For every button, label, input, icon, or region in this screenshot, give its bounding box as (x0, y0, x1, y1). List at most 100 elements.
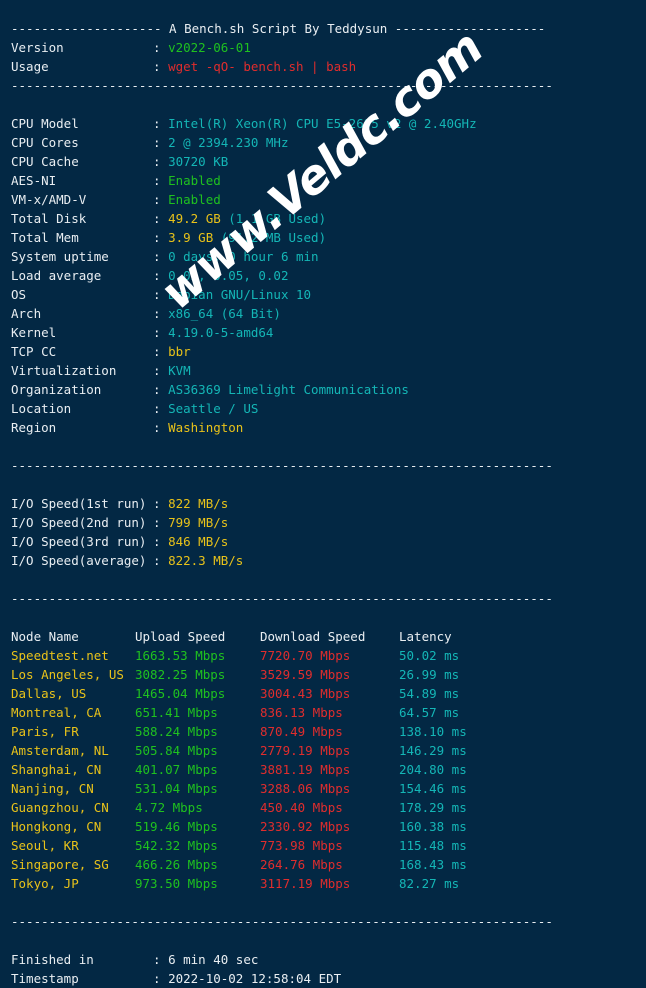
sysinfo-row: VM-x/AMD-V: Enabled (0, 190, 646, 209)
system-info-section: CPU Model: Intel(R) Xeon(R) CPU E5-2695 … (0, 114, 646, 437)
cell-latency: 115.48 ms (399, 838, 467, 853)
gap-3 (0, 475, 646, 494)
speedtest-row: Tokyo, JP 973.50 Mbps 3117.19 Mbps 82.27 ms (0, 874, 646, 893)
io-speed-label: I/O Speed(average) (11, 553, 147, 568)
intro-value: v2022-06-01 (168, 40, 251, 55)
cell-node-name: Montreal, CA (11, 705, 102, 720)
speedtest-row: Paris, FR 588.24 Mbps 870.49 Mbps 138.10 ms (0, 722, 646, 741)
intro-label: Version (11, 40, 64, 55)
sysinfo-label: Total Mem (11, 230, 79, 245)
sysinfo-value: AS36369 Limelight Communications (168, 382, 409, 397)
sysinfo-row: AES-NI: Enabled (0, 171, 646, 190)
sysinfo-value: 4.19.0-5-amd64 (168, 325, 274, 340)
sysinfo-row: Arch: x86_64 (64 Bit) (0, 304, 646, 323)
io-speed-label: I/O Speed(2nd run) (11, 515, 147, 530)
sysinfo-row: System uptime: 0 days, 0 hour 6 min (0, 247, 646, 266)
sysinfo-row: Kernel: 4.19.0-5-amd64 (0, 323, 646, 342)
colon-separator: : (153, 344, 169, 359)
sysinfo-value: 30720 KB (168, 154, 229, 169)
sysinfo-value: 0 days, 0 hour 6 min (168, 249, 319, 264)
cell-download-speed: 3288.06 Mbps (260, 781, 351, 796)
cell-latency: 54.89 ms (399, 686, 460, 701)
cell-latency: 154.46 ms (399, 781, 467, 796)
cell-latency: 146.29 ms (399, 743, 467, 758)
io-speed-section: I/O Speed(1st run): 822 MB/s I/O Speed(2n… (0, 494, 646, 570)
sysinfo-row: CPU Cache: 30720 KB (0, 152, 646, 171)
cell-download-speed: 450.40 Mbps (260, 800, 343, 815)
sysinfo-row: CPU Model: Intel(R) Xeon(R) CPU E5-2695 … (0, 114, 646, 133)
cell-latency: 160.38 ms (399, 819, 467, 834)
cell-download-speed: 3529.59 Mbps (260, 667, 351, 682)
sysinfo-value: Intel(R) Xeon(R) CPU E5-2695 v2 @ 2.40GH… (168, 116, 477, 131)
cell-upload-speed: 401.07 Mbps (135, 762, 218, 777)
sysinfo-label: Organization (11, 382, 102, 397)
io-speed-label: I/O Speed(1st run) (11, 496, 147, 511)
gap-5 (0, 608, 646, 627)
script-title-banner: -------------------- A Bench.sh Script B… (11, 21, 546, 36)
intro-label: Usage (11, 59, 49, 74)
gap-4 (0, 570, 646, 589)
cell-upload-speed: 4.72 Mbps (135, 800, 203, 815)
colon-separator: : (153, 401, 169, 416)
colon-separator: : (153, 173, 169, 188)
sysinfo-row: Virtualization: KVM (0, 361, 646, 380)
colon-separator: : (153, 192, 169, 207)
column-header-download-speed: Download Speed (260, 629, 366, 644)
gap-1 (0, 95, 646, 114)
intro-row: Usage: wget -qO- bench.sh | bash (0, 57, 646, 76)
colon-separator: : (153, 496, 169, 511)
speedtest-row: Dallas, US 1465.04 Mbps 3004.43 Mbps 54.89 … (0, 684, 646, 703)
colon-separator: : (153, 59, 169, 74)
cell-download-speed: 3881.19 Mbps (260, 762, 351, 777)
colon-separator: : (153, 952, 169, 967)
speedtest-row: Montreal, CA 651.41 Mbps 836.13 Mbps 64.57 … (0, 703, 646, 722)
speedtest-row: Shanghai, CN 401.07 Mbps 3881.19 Mbps 204.8… (0, 760, 646, 779)
speedtest-row: Singapore, SG 466.26 Mbps 264.76 Mbps 168.4… (0, 855, 646, 874)
cell-download-speed: 2330.92 Mbps (260, 819, 351, 834)
cell-latency: 26.99 ms (399, 667, 460, 682)
colon-separator: : (153, 971, 169, 986)
io-speed-label: I/O Speed(3rd run) (11, 534, 147, 549)
column-header-latency: Latency (399, 629, 452, 644)
sysinfo-label: CPU Cache (11, 154, 79, 169)
cell-node-name: Paris, FR (11, 724, 79, 739)
cell-node-name: Tokyo, JP (11, 876, 79, 891)
cell-node-name: Shanghai, CN (11, 762, 102, 777)
colon-separator: : (153, 382, 169, 397)
sysinfo-value-suffix: (1.1 GB Used) (220, 211, 327, 226)
colon-separator: : (153, 268, 169, 283)
sysinfo-value: 0.02, 0.05, 0.02 (168, 268, 289, 283)
sysinfo-value: KVM (168, 363, 191, 378)
io-speed-value: 846 MB/s (168, 534, 229, 549)
sysinfo-label: Load average (11, 268, 102, 283)
footer-label: Timestamp (11, 971, 79, 986)
separator-2: ----------------------------------------… (11, 458, 553, 473)
cell-latency: 64.57 ms (399, 705, 460, 720)
cell-upload-speed: 542.32 Mbps (135, 838, 218, 853)
cell-latency: 168.43 ms (399, 857, 467, 872)
cell-latency: 204.80 ms (399, 762, 467, 777)
colon-separator: : (153, 534, 169, 549)
top-padding (0, 0, 646, 19)
cell-latency: 138.10 ms (399, 724, 467, 739)
sysinfo-value: Debian GNU/Linux 10 (168, 287, 312, 302)
cell-upload-speed: 1663.53 Mbps (135, 648, 226, 663)
separator-4: ----------------------------------------… (11, 914, 553, 929)
sysinfo-label: OS (11, 287, 27, 302)
colon-separator: : (153, 249, 169, 264)
cell-download-speed: 773.98 Mbps (260, 838, 343, 853)
speedtest-row: Los Angeles, US 3082.25 Mbps 3529.59 Mbps 2… (0, 665, 646, 684)
sysinfo-label: Location (11, 401, 72, 416)
cell-node-name: Nanjing, CN (11, 781, 94, 796)
sysinfo-label: TCP CC (11, 344, 57, 359)
colon-separator: : (153, 211, 169, 226)
cell-latency: 50.02 ms (399, 648, 460, 663)
cell-node-name: Dallas, US (11, 686, 87, 701)
footer-value: 2022-10-02 12:58:04 EDT (168, 971, 342, 986)
sysinfo-label: Kernel (11, 325, 57, 340)
sysinfo-value: Enabled (168, 192, 221, 207)
column-header-upload-speed: Upload Speed (135, 629, 226, 644)
sysinfo-label: Arch (11, 306, 42, 321)
cell-download-speed: 2779.19 Mbps (260, 743, 351, 758)
cell-node-name: Seoul, KR (11, 838, 79, 853)
